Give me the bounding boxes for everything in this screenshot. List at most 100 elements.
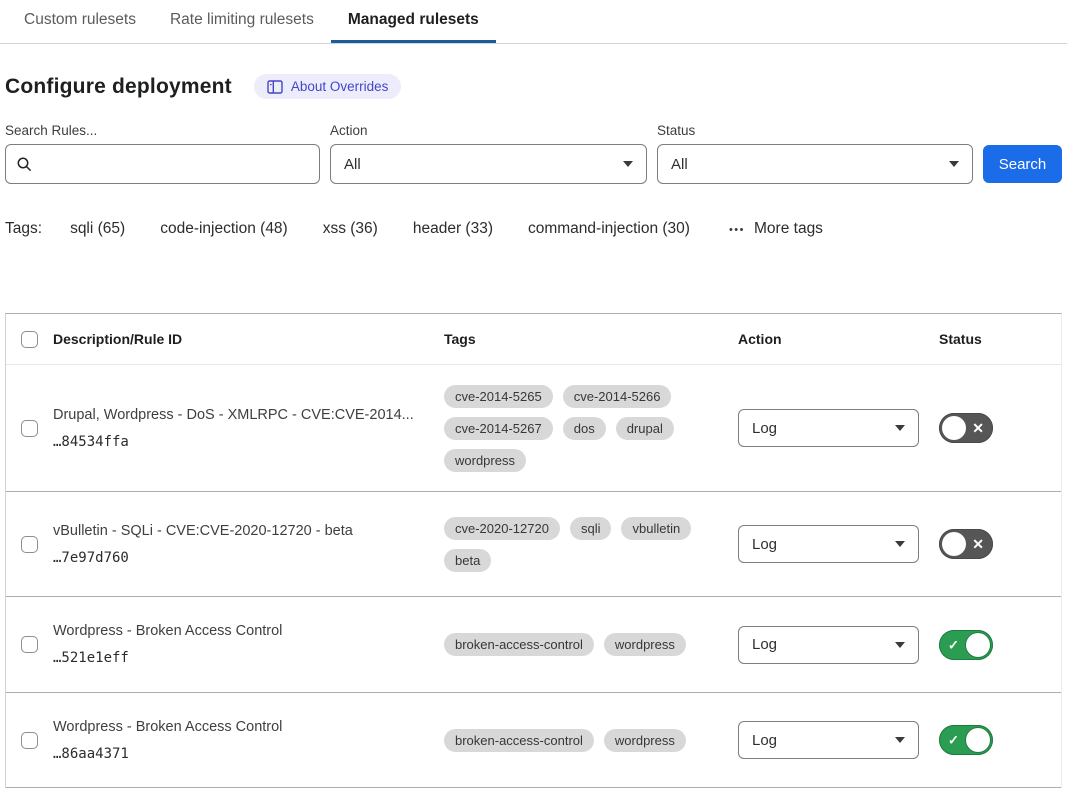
table-row: Wordpress - Broken Access Control …86aa4… [6,693,1061,788]
tag-filter-link[interactable]: code-injection (48) [160,220,288,237]
tag-pill: beta [444,549,491,572]
select-all-checkbox[interactable] [21,331,38,348]
tag-pill: cve-2014-5267 [444,417,553,440]
toggle-knob [942,532,966,556]
filter-row: Search Rules... Action All Status [5,123,1062,184]
row-action-select[interactable]: Log [738,409,919,447]
about-overrides-badge[interactable]: About Overrides [254,74,402,99]
toggle-knob [966,728,990,752]
row-checkbox[interactable] [21,420,38,437]
tag-pill: drupal [616,417,674,440]
row-checkbox[interactable] [21,636,38,653]
action-filter-label: Action [330,123,647,138]
rule-id: …84534ffa [53,434,424,450]
tag-pill: cve-2014-5266 [563,385,672,408]
main-content: Configure deployment About Overrides Sea… [0,74,1067,788]
tag-pill: vbulletin [621,517,691,540]
tag-pill: sqli [570,517,612,540]
toggle-state-icon: ✓ [948,638,959,651]
search-field-group: Search Rules... [5,123,320,184]
about-overrides-label: About Overrides [291,79,389,94]
rule-tags: broken-access-control wordpress [444,633,738,656]
tag-pill: wordpress [604,729,686,752]
row-action-value: Log [752,732,777,749]
action-filter-select[interactable]: All [330,144,647,184]
tag-filter-link[interactable]: command-injection (30) [528,220,690,237]
more-tags-button[interactable]: ••• More tags [729,220,823,238]
header-description: Description/Rule ID [53,331,444,347]
ruleset-tabbar: Custom rulesetsRate limiting rulesetsMan… [0,0,1067,44]
table-row: vBulletin - SQLi - CVE:CVE-2020-12720 - … [6,492,1061,597]
chevron-down-icon [949,161,959,167]
status-filter-value: All [671,156,688,173]
rule-title: Wordpress - Broken Access Control [53,623,424,639]
heading-row: Configure deployment About Overrides [5,74,1062,99]
ellipsis-icon: ••• [729,224,745,236]
rule-id: …7e97d760 [53,550,424,566]
row-checkbox[interactable] [21,732,38,749]
tag-filter-link[interactable]: xss (36) [323,220,378,237]
tab-managed-rulesets[interactable]: Managed rulesets [331,0,496,43]
status-filter-label: Status [657,123,973,138]
row-action-select[interactable]: Log [738,525,919,563]
row-action-value: Log [752,536,777,553]
search-rules-input[interactable] [5,144,320,184]
row-action-value: Log [752,636,777,653]
search-icon [16,156,33,178]
rule-title: Wordpress - Broken Access Control [53,719,424,735]
rule-id: …521e1eff [53,650,424,666]
search-label: Search Rules... [5,123,320,138]
status-toggle[interactable]: ✓ [939,725,993,755]
row-action-select[interactable]: Log [738,626,919,664]
tag-pill: cve-2014-5265 [444,385,553,408]
header-action: Action [738,331,939,347]
chevron-down-icon [895,425,905,431]
chevron-down-icon [895,541,905,547]
tags-bar: Tags: sqli (65) code-injection (48) xss (3… [5,220,1062,238]
table-header-row: Description/Rule ID Tags Action Status [6,314,1061,365]
tag-pill: wordpress [444,449,526,472]
status-field-group: Status All [657,123,973,184]
tag-pill: wordpress [604,633,686,656]
chevron-down-icon [623,161,633,167]
rule-id: …86aa4371 [53,746,424,762]
action-field-group: Action All [330,123,647,184]
rules-table: Description/Rule ID Tags Action Status D… [5,313,1062,788]
toggle-state-icon: ✕ [972,537,984,551]
status-toggle[interactable]: ✕ [939,413,993,443]
tag-filter-link[interactable]: header (33) [413,220,493,237]
toggle-state-icon: ✓ [948,734,959,747]
tab-custom-rulesets[interactable]: Custom rulesets [7,0,153,43]
tag-pill: dos [563,417,606,440]
row-action-select[interactable]: Log [738,721,919,759]
tab-rate-limiting-rulesets[interactable]: Rate limiting rulesets [153,0,331,43]
chevron-down-icon [895,642,905,648]
header-status: Status [939,331,1061,347]
status-toggle[interactable]: ✕ [939,529,993,559]
rule-title: Drupal, Wordpress - DoS - XMLRPC - CVE:C… [53,407,424,423]
tag-filter-link[interactable]: sqli (65) [70,220,125,237]
tag-pill: broken-access-control [444,633,594,656]
row-checkbox[interactable] [21,536,38,553]
rule-tags: broken-access-control wordpress [444,729,738,752]
toggle-knob [942,416,966,440]
status-filter-select[interactable]: All [657,144,973,184]
table-row: Drupal, Wordpress - DoS - XMLRPC - CVE:C… [6,365,1061,492]
page-title: Configure deployment [5,75,232,99]
table-row: Wordpress - Broken Access Control …521e1… [6,597,1061,693]
chevron-down-icon [895,737,905,743]
tags-bar-label: Tags: [5,220,42,238]
status-toggle[interactable]: ✓ [939,630,993,660]
toggle-state-icon: ✕ [972,421,984,435]
row-action-value: Log [752,420,777,437]
header-tags: Tags [444,331,738,347]
more-tags-label: More tags [754,220,823,238]
tag-pill: cve-2020-12720 [444,517,560,540]
rule-tags: cve-2014-5265 cve-2014-5266 cve-2014-5267 d… [444,385,738,472]
rule-tags: cve-2020-12720 sqli vbulletin beta [444,517,738,572]
rule-title: vBulletin - SQLi - CVE:CVE-2020-12720 - … [53,523,424,539]
action-filter-value: All [344,156,361,173]
search-button[interactable]: Search [983,145,1062,183]
tag-pill: broken-access-control [444,729,594,752]
book-icon [267,80,283,94]
